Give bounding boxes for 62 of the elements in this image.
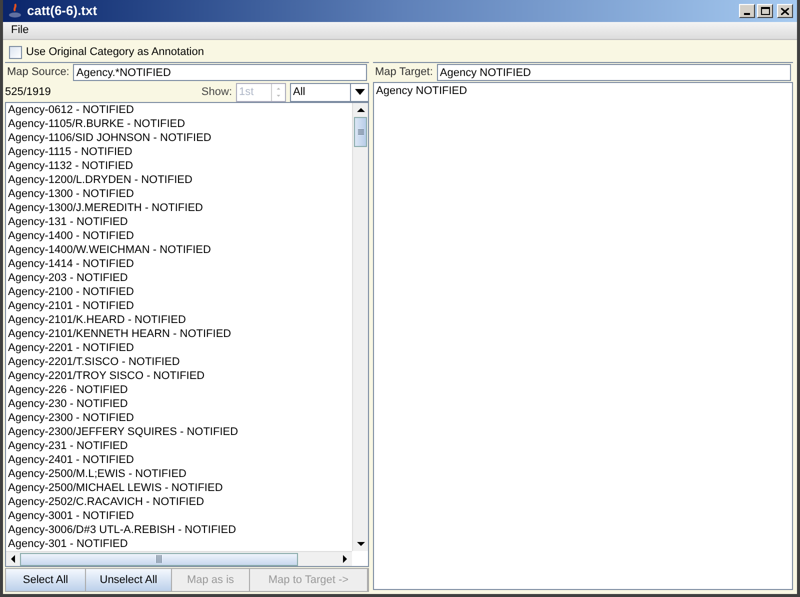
source-label: Map Source:: [7, 65, 70, 80]
list-item[interactable]: Agency-131 - NOTIFIED: [8, 215, 352, 229]
list-item[interactable]: Agency-2401 - NOTIFIED: [8, 453, 352, 467]
list-item[interactable]: Agency-2300 - NOTIFIED: [8, 411, 352, 425]
checkbox-label: Use Original Category as Annotation: [26, 44, 204, 60]
horizontal-scrollbar[interactable]: [6, 551, 352, 566]
list-item[interactable]: Agency-203 - NOTIFIED: [8, 271, 352, 285]
list-item[interactable]: Agency-226 - NOTIFIED: [8, 383, 352, 397]
list-item[interactable]: Agency-1414 - NOTIFIED: [8, 257, 352, 271]
list-item[interactable]: Agency-3006/D#3 UTL-A.REBISH - NOTIFIED: [8, 523, 352, 537]
minimize-button[interactable]: [739, 4, 755, 18]
dropdown-arrow-icon: [354, 89, 364, 95]
list-item[interactable]: Agency-1400 - NOTIFIED: [8, 229, 352, 243]
list-item[interactable]: Agency-2201/TROY SISCO - NOTIFIED: [8, 369, 352, 383]
app-icon: [7, 3, 23, 19]
list-item[interactable]: Agency-1132 - NOTIFIED: [8, 159, 352, 173]
list-item[interactable]: Agency-1400/W.WEICHMAN - NOTIFIED: [8, 243, 352, 257]
list-item[interactable]: Agency-231 - NOTIFIED: [8, 439, 352, 453]
list-item[interactable]: Agency-2300/JEFFERY SQUIRES - NOTIFIED: [8, 425, 352, 439]
list-item[interactable]: Agency-1300 - NOTIFIED: [8, 187, 352, 201]
list-item[interactable]: Agency-2201/T.SISCO - NOTIFIED: [8, 355, 352, 369]
list-item[interactable]: Agency-2500/MICHAEL LEWIS - NOTIFIED: [8, 481, 352, 495]
close-icon: [781, 8, 789, 14]
minimize-icon: [744, 13, 750, 15]
maximize-button[interactable]: [757, 4, 773, 18]
scroll-thumb[interactable]: [20, 552, 298, 566]
target-field[interactable]: Agency NOTIFIED: [436, 64, 791, 81]
list-item[interactable]: Agency-230 - NOTIFIED: [8, 397, 352, 411]
window-title: catt(6-6).txt: [27, 2, 98, 20]
list-item[interactable]: Agency-1200/L.DRYDEN - NOTIFIED: [8, 173, 352, 187]
action-button[interactable]: Select All: [6, 569, 86, 591]
vertical-scrollbar[interactable]: [352, 103, 368, 551]
count-label: 525/1919: [5, 84, 52, 100]
scroll-thumb[interactable]: [354, 117, 367, 147]
show-label: Show:: [201, 84, 232, 100]
action-button[interactable]: Unselect All: [86, 569, 172, 591]
list-item[interactable]: Agency-2100 - NOTIFIED: [8, 285, 352, 299]
source-field[interactable]: Agency.*NOTIFIED: [73, 64, 367, 81]
filter-value: All: [292, 84, 306, 100]
target-label: Map Target:: [375, 65, 433, 80]
list-item[interactable]: Agency-2101 - NOTIFIED: [8, 299, 352, 313]
grip-icon: [358, 129, 364, 135]
list-item[interactable]: Agency-2502/C.RACAVICH - NOTIFIED: [8, 495, 352, 509]
close-button[interactable]: [777, 4, 793, 18]
list-item[interactable]: Agency-301 - NOTIFIED: [8, 537, 352, 551]
grip-icon: [156, 555, 162, 563]
list-item[interactable]: Agency-1300/J.MEREDITH - NOTIFIED: [8, 201, 352, 215]
list-item[interactable]: Agency-1115 - NOTIFIED: [8, 145, 352, 159]
list-item[interactable]: Agency-3001 - NOTIFIED: [8, 509, 352, 523]
list-item[interactable]: Agency-2101/KENNETH HEARN - NOTIFIED: [8, 327, 352, 341]
maximize-icon: [760, 7, 770, 15]
list-item[interactable]: Agency-2201 - NOTIFIED: [8, 341, 352, 355]
menu-item[interactable]: File: [7, 22, 33, 39]
list-item[interactable]: Agency-0612 - NOTIFIED: [8, 103, 352, 117]
filter-dropdown[interactable]: All: [290, 82, 369, 102]
list-item[interactable]: Agency-1105/R.BURKE - NOTIFIED: [8, 117, 352, 131]
list-item[interactable]: Agency NOTIFIED: [376, 84, 792, 98]
list-item[interactable]: Agency-2500/M.L;EWIS - NOTIFIED: [8, 467, 352, 481]
list-item[interactable]: Agency-1106/SID JOHNSON - NOTIFIED: [8, 131, 352, 145]
list-item[interactable]: Agency-2101/K.HEARD - NOTIFIED: [8, 313, 352, 327]
show-value: 1st: [238, 84, 255, 100]
checkbox[interactable]: [9, 46, 22, 58]
